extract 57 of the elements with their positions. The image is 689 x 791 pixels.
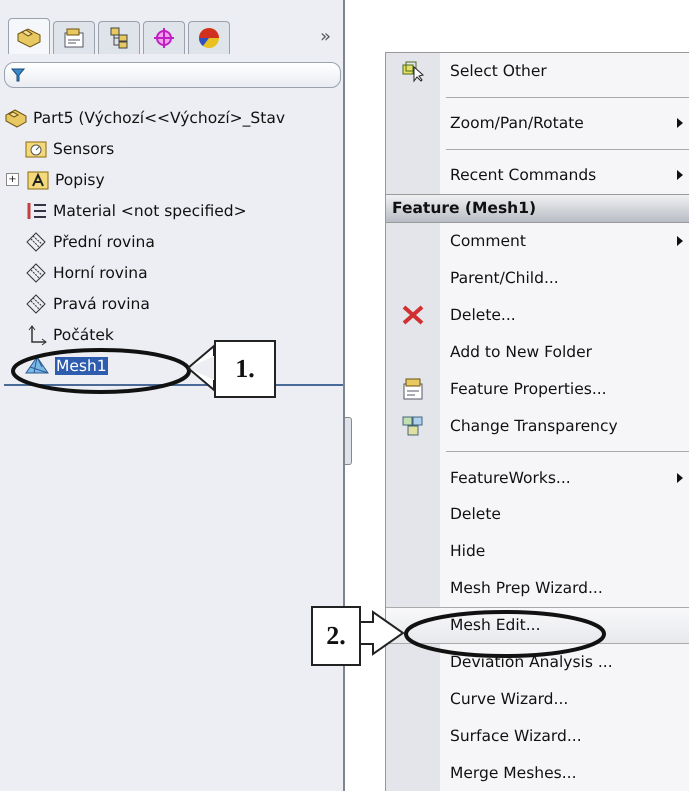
menu-item[interactable]: Feature Properties... [386,370,689,408]
part-icon [16,26,42,48]
plane-icon [24,262,48,284]
transparency-icon [401,414,425,438]
expand-toggle[interactable]: + [6,173,19,186]
submenu-arrow-icon [677,170,683,180]
properties-icon [401,376,425,401]
properties-icon [62,27,86,49]
menu-item[interactable]: Delete... [386,296,689,334]
annotation-folder-icon [26,168,50,190]
part-icon [4,108,28,128]
crosshair-icon [152,26,176,50]
menu-item[interactable]: Recent Commands [386,156,689,194]
menu-item[interactable]: Select Other [386,53,689,90]
tree-item[interactable]: Počátek [53,326,114,344]
panel-tab[interactable] [98,21,140,54]
menu-item[interactable]: Change Transparency [386,407,689,444]
menu-item[interactable]: Add to New Folder [386,333,689,370]
menu-item[interactable]: Hide [386,532,689,570]
menu-item[interactable]: Merge Meshes... [386,754,689,791]
menu-item[interactable]: Surface Wizard... [386,717,689,754]
sensor-folder-icon [24,138,48,158]
filter-icon [11,68,25,82]
menu-section-header: Feature (Mesh1) [386,194,689,223]
panel-tab[interactable] [143,21,185,54]
color-ball-icon [197,26,221,50]
tree-item[interactable]: Horní rovina [53,264,148,282]
tree-item[interactable]: Sensors [53,140,114,158]
menu-item[interactable]: Deviation Analysis ... [386,644,689,680]
menu-item[interactable]: Mesh Prep Wizard... [386,570,689,607]
submenu-arrow-icon [677,236,683,246]
menu-item[interactable]: Curve Wizard... [386,680,689,718]
callout-label: 2. [311,606,361,666]
more-tabs-button[interactable]: » [320,26,331,46]
panel-tab[interactable] [188,21,230,54]
submenu-arrow-icon [677,118,683,128]
tree-item[interactable]: Material <not specified> [53,202,247,220]
menu-item[interactable]: FeatureWorks... [386,459,689,496]
panel-tab[interactable] [53,21,95,54]
callout-arrow [186,344,216,392]
plane-icon [24,292,48,314]
submenu-arrow-icon [677,472,683,482]
tree-item[interactable]: Přední rovina [53,232,155,250]
tree-item[interactable]: Part5 (Výchozí<<Výchozí>_Stav [33,108,285,126]
menu-item[interactable]: Comment [386,222,689,260]
filter-field[interactable] [4,62,341,88]
menu-item[interactable]: Zoom/Pan/Rotate [386,104,689,142]
panel-splitter-handle[interactable] [345,416,352,464]
tree-item[interactable]: Pravá rovina [53,294,150,312]
menu-item[interactable]: Delete [386,496,689,533]
select-cursor-icon [400,59,426,84]
panel-tab[interactable] [8,18,50,54]
tree-item[interactable]: Mesh1 [55,356,108,374]
menu-item[interactable]: Parent/Child... [386,260,689,297]
tree-item[interactable]: Popisy [55,170,105,188]
delete-icon [401,304,425,326]
plane-icon [24,230,48,252]
